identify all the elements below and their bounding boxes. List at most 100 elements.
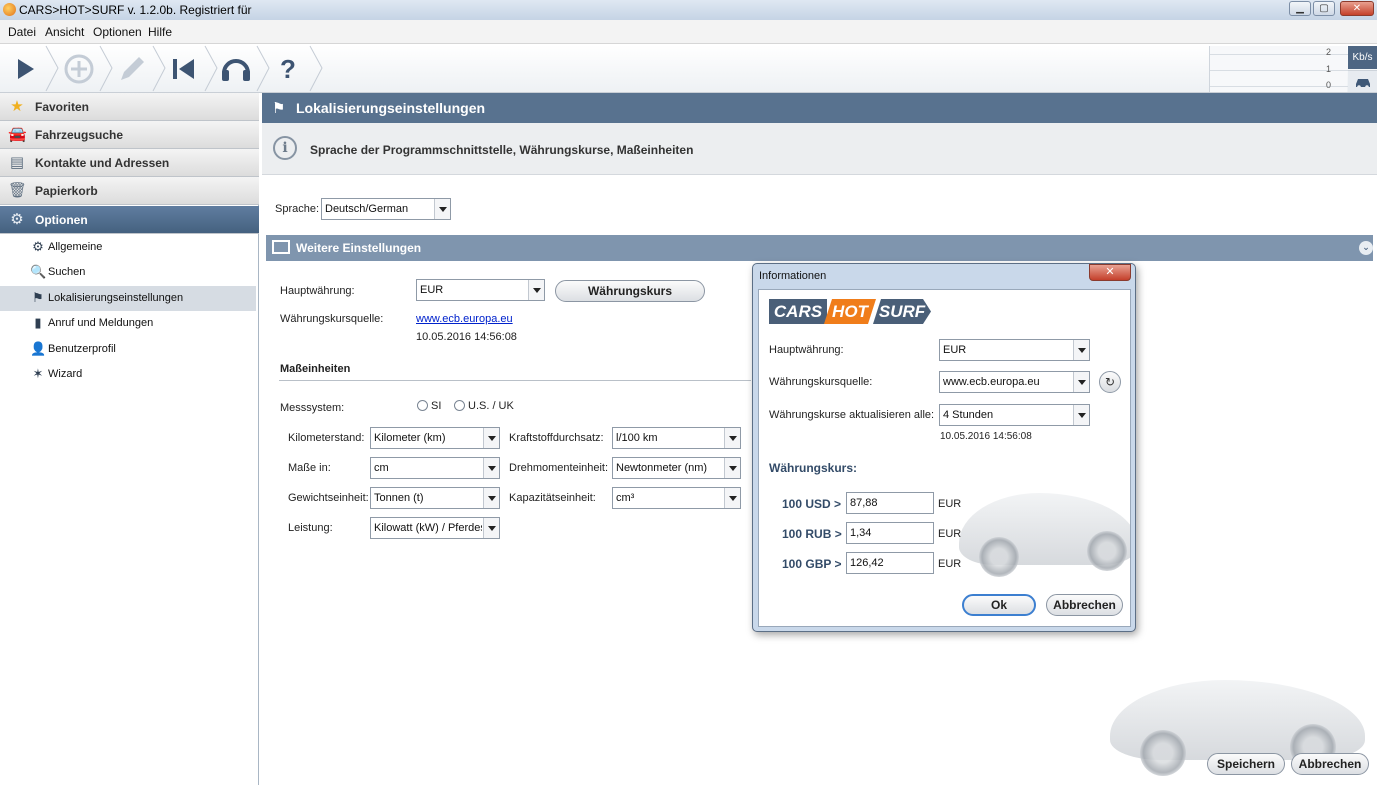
kilometerstand-select[interactable]: Kilometer (km) — [370, 427, 500, 449]
dialog-update-value: 4 Stunden — [943, 409, 994, 421]
add-button[interactable] — [60, 49, 100, 89]
star-icon: ★ — [10, 98, 24, 115]
section-title: Weitere Einstellungen — [296, 241, 422, 255]
kraftstoff-label: Kraftstoffdurchsatz: — [509, 432, 604, 444]
car-watermark — [959, 475, 1130, 585]
quelle-link[interactable]: www.ecb.europa.eu — [416, 313, 513, 325]
masse-select[interactable]: cm — [370, 457, 500, 479]
info-dialog: Informationen ✕ CARS HOT SURF Hauptwähru… — [752, 263, 1136, 632]
rate-label-usd: 100 USD > — [782, 497, 842, 511]
dialog-ok-button[interactable]: Ok — [962, 594, 1036, 616]
rate-input-gbp[interactable]: 126,42 — [846, 552, 934, 574]
edit-icon — [121, 57, 144, 80]
support-button[interactable] — [216, 49, 256, 89]
sidebar-item-wizard[interactable]: ✶ Wizard — [0, 362, 256, 387]
graph-tick: 1 — [1326, 64, 1332, 74]
menu-datei[interactable]: Datei — [8, 25, 36, 39]
maximize-button[interactable]: ▢ — [1313, 1, 1335, 16]
kraftstoff-value: l/100 km — [616, 432, 658, 444]
drehmoment-select[interactable]: Newtonmeter (nm) — [612, 457, 741, 479]
dialog-hauptwaehrung-select[interactable]: EUR — [939, 339, 1090, 361]
add-icon — [64, 54, 94, 84]
chevron-down-icon — [483, 428, 499, 448]
hauptwaehrung-select[interactable]: EUR — [416, 279, 545, 301]
collapse-icon[interactable]: ⌄ — [1359, 241, 1373, 255]
sidebar-item-suchen[interactable]: 🔍 Suchen — [0, 260, 256, 285]
car-toggle-button[interactable] — [1348, 70, 1377, 92]
chevron-down-icon — [434, 199, 450, 219]
speed-unit-button[interactable]: Kb/s — [1348, 46, 1377, 69]
masseinheiten-title: Maßeinheiten — [280, 363, 351, 375]
help-button[interactable]: ? — [268, 49, 308, 89]
sidebar-category-label: Optionen — [35, 213, 88, 227]
sidebar-item-anruf[interactable]: ▮ Anruf und Meldungen — [0, 311, 256, 336]
user-profile-icon: 👤 — [30, 341, 47, 356]
rate-label-rub: 100 RUB > — [782, 527, 842, 541]
masse-label: Maße in: — [288, 462, 331, 474]
minimize-button[interactable]: ▁ — [1289, 1, 1311, 16]
chevron-down-icon — [483, 518, 499, 538]
dialog-update-label: Währungskurse aktualisieren alle: — [769, 409, 935, 421]
refresh-button[interactable]: ↻ — [1099, 371, 1121, 393]
dialog-hauptwaehrung-label: Hauptwährung: — [769, 344, 844, 356]
dialog-update-select[interactable]: 4 Stunden — [939, 404, 1090, 426]
kapazitaet-select[interactable]: cm³ — [612, 487, 741, 509]
rate-input-usd[interactable]: 87,88 — [846, 492, 934, 514]
sidebar-item-allgemeine[interactable]: ⚙ Allgemeine — [0, 235, 256, 260]
section-header-weitere[interactable]: Weitere Einstellungen ⌄ — [266, 235, 1373, 261]
radio-us-uk[interactable] — [454, 400, 465, 411]
dialog-close-button[interactable]: ✕ — [1089, 264, 1131, 281]
radio-si[interactable] — [417, 400, 428, 411]
edit-button[interactable] — [112, 49, 152, 89]
chevron-down-icon — [1073, 405, 1089, 425]
save-button[interactable]: Speichern — [1207, 753, 1285, 775]
cancel-button[interactable]: Abbrechen — [1291, 753, 1369, 775]
dialog-update-date: 10.05.2016 14:56:08 — [940, 431, 1032, 442]
play-button[interactable] — [4, 49, 44, 89]
headset-icon — [222, 59, 250, 81]
chevron-down-icon — [483, 458, 499, 478]
sidebar-category-label: Fahrzeugsuche — [35, 128, 124, 142]
rate-value: 1,34 — [850, 527, 872, 539]
title-bar: CARS>HOT>SURF v. 1.2.0b. Registriert für… — [0, 0, 1377, 20]
sidebar-category-favoriten[interactable]: ★ Favoriten — [0, 93, 259, 121]
flag-icon: ⚑ — [32, 290, 44, 305]
language-value: Deutsch/German — [325, 203, 409, 215]
quelle-label: Währungskursquelle: — [280, 313, 384, 325]
menu-hilfe[interactable]: Hilfe — [148, 25, 172, 39]
chevron-down-icon — [724, 488, 740, 508]
rate-value: 126,42 — [850, 557, 884, 569]
dialog-cancel-button[interactable]: Abbrechen — [1046, 594, 1123, 616]
sidebar-item-label: Wizard — [48, 368, 83, 380]
kapazitaet-value: cm³ — [616, 492, 635, 504]
leistung-select[interactable]: Kilowatt (kW) / Pferdest — [370, 517, 500, 539]
rate-unit: EUR — [938, 528, 962, 540]
waehrungskurs-button[interactable]: Währungskurs — [555, 280, 705, 302]
sidebar-category-fahrzeugsuche[interactable]: 🚘 Fahrzeugsuche — [0, 121, 259, 149]
rate-label-gbp: 100 GBP > — [782, 557, 842, 571]
sidebar-category-papierkorb[interactable]: 🗑 Papierkorb — [0, 177, 259, 205]
sidebar-item-benutzerprofil[interactable]: 👤 Benutzerprofil — [0, 337, 256, 362]
sidebar: ★ Favoriten 🚘 Fahrzeugsuche ▤ Kontakte u… — [0, 93, 259, 785]
radio-si-label: SI — [431, 400, 442, 412]
play-icon — [18, 59, 34, 79]
quelle-date: 10.05.2016 14:56:08 — [416, 331, 517, 343]
language-select[interactable]: Deutsch/German — [321, 198, 451, 220]
dialog-quelle-select[interactable]: www.ecb.europa.eu — [939, 371, 1090, 393]
sidebar-category-kontakte[interactable]: ▤ Kontakte und Adressen — [0, 149, 259, 177]
chevron-down-icon — [1073, 372, 1089, 392]
language-label: Sprache: — [275, 203, 320, 215]
sidebar-item-lokalisierung[interactable]: ⚑ Lokalisierungseinstellungen — [0, 286, 256, 311]
close-button[interactable]: ✕ — [1340, 1, 1374, 16]
dialog-body: CARS HOT SURF Hauptwährung: EUR Währungs… — [758, 289, 1131, 627]
help-icon: ? — [280, 54, 296, 84]
menu-ansicht[interactable]: Ansicht — [45, 25, 84, 39]
rate-input-rub[interactable]: 1,34 — [846, 522, 934, 544]
sidebar-category-optionen[interactable]: ⚙ Optionen — [0, 206, 259, 234]
kraftstoff-select[interactable]: l/100 km — [612, 427, 741, 449]
sidebar-category-label: Kontakte und Adressen — [35, 156, 170, 170]
gewicht-select[interactable]: Tonnen (t) — [370, 487, 500, 509]
dialog-hauptwaehrung-value: EUR — [943, 344, 967, 356]
menu-optionen[interactable]: Optionen — [93, 25, 142, 39]
back-to-start-button[interactable] — [164, 49, 204, 89]
